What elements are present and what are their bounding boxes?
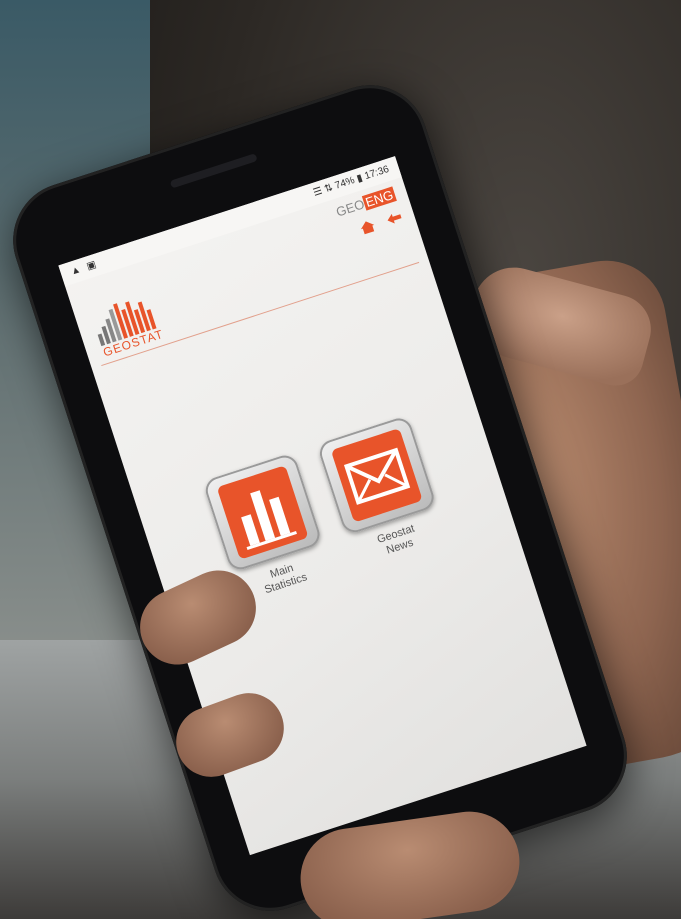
geostat-logo: GEOSTAT — [86, 279, 190, 362]
lang-option-geo[interactable]: GEO — [334, 196, 366, 219]
home-icon[interactable] — [357, 218, 377, 236]
geostat-news-button[interactable] — [316, 414, 438, 536]
phone-speaker — [169, 153, 258, 189]
tile-background — [216, 465, 309, 560]
lang-option-eng[interactable]: ENG — [361, 186, 397, 211]
envelope-icon — [343, 447, 411, 505]
status-bar: ▲ ▣ ☰ ⇅ 74% ▮ 17:36 — [58, 156, 402, 287]
bar-chart-icon — [241, 490, 297, 550]
main-statistics-button[interactable] — [202, 451, 324, 573]
status-icons-left: ▲ ▣ — [69, 258, 100, 278]
photo-scene: ▲ ▣ ☰ ⇅ 74% ▮ 17:36 GEOENG GEOSTAT Main … — [0, 0, 681, 919]
tile-background — [330, 428, 423, 523]
header-actions — [350, 209, 406, 243]
back-arrow-icon[interactable] — [384, 209, 404, 227]
